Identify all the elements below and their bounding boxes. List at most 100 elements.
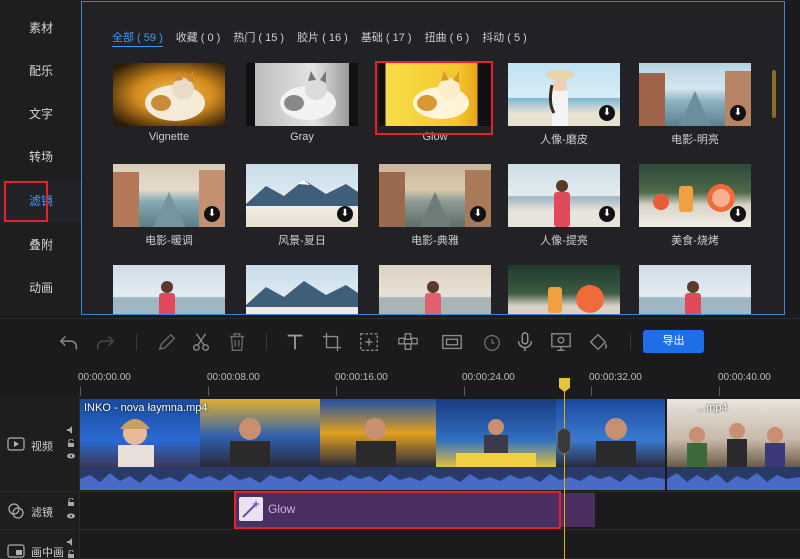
filter-thumbnail: [113, 63, 225, 126]
ruler-tick: [208, 386, 209, 396]
filter-label: 美食-烧烤: [671, 235, 719, 247]
ruler-label: 00:00:24.00: [462, 372, 515, 383]
track-header: 画中画: [0, 530, 80, 559]
crop-icon[interactable]: [320, 330, 344, 354]
add-frame-icon[interactable]: [357, 330, 381, 354]
download-icon[interactable]: ⬇: [470, 206, 486, 222]
tab-film[interactable]: 胶片 ( 16 ): [297, 29, 348, 45]
download-icon[interactable]: ⬇: [337, 206, 353, 222]
volume-icon[interactable]: [67, 538, 75, 546]
lock-icon[interactable]: [67, 439, 75, 447]
filter-thumbnail: ⬇: [246, 164, 358, 227]
tab-popular[interactable]: 热门 ( 15 ): [233, 29, 284, 45]
filter-label: 电影-暖调: [145, 235, 193, 247]
pencil-icon[interactable]: [155, 330, 179, 354]
filter-label: Vignette: [148, 131, 190, 143]
video-clip[interactable]: ...mp4: [667, 399, 800, 490]
filter-clip-glow[interactable]: Glow: [236, 493, 595, 527]
pip-track-icon: [7, 544, 25, 558]
text-icon[interactable]: [283, 330, 307, 354]
eye-icon[interactable]: [67, 452, 75, 460]
screen-record-icon[interactable]: [549, 330, 573, 354]
sidebar-item-overlay[interactable]: 叠附: [0, 224, 82, 267]
mosaic-icon[interactable]: [396, 330, 420, 354]
download-icon[interactable]: ⬇: [204, 206, 220, 222]
track-header: 滤镜: [0, 492, 80, 529]
split-handle[interactable]: [557, 428, 571, 454]
tab-favorites[interactable]: 收藏 ( 0 ): [176, 29, 221, 45]
ruler-label: 00:00:40.00: [718, 372, 771, 383]
paint-bucket-icon[interactable]: [586, 330, 610, 354]
filter-thumbnail: ⬇: [508, 164, 620, 227]
filter-label: Gray: [290, 131, 314, 143]
ruler-label: 00:00:32.00: [589, 372, 642, 383]
track-name: 视频: [31, 441, 53, 453]
filter-tabs: 全部 ( 59 ) 收藏 ( 0 ) 热门 ( 15 ) 胶片 ( 16 ) 基础 ( …: [112, 29, 540, 47]
ruler-label: 00:00:08.00: [207, 372, 260, 383]
filter-thumbnail: [379, 63, 491, 126]
export-button[interactable]: 导出: [643, 330, 704, 353]
filter-thumbnail: ⬇: [113, 164, 225, 227]
track-header: 视频: [0, 396, 80, 491]
video-frame: [556, 399, 665, 467]
download-icon[interactable]: ⬇: [599, 105, 615, 121]
filter-thumbnail: [639, 265, 751, 314]
volume-icon[interactable]: [67, 426, 75, 434]
sidebar-item-media[interactable]: 素材: [0, 7, 82, 50]
download-icon[interactable]: ⬇: [599, 206, 615, 222]
filter-thumbnail: [113, 265, 225, 314]
clip-title: INKO - nova łaymna.mp4: [84, 402, 208, 414]
filter-thumbnail: [246, 63, 358, 126]
track-name: 滤镜: [31, 507, 53, 519]
ruler-label: 00:00:00.00: [78, 372, 131, 383]
eye-icon[interactable]: [67, 512, 75, 520]
sidebar-item-music[interactable]: 配乐: [0, 50, 82, 93]
lock-icon[interactable]: [67, 498, 75, 506]
download-icon[interactable]: ⬇: [730, 105, 746, 121]
download-icon[interactable]: ⬇: [730, 206, 746, 222]
filter-thumbnail: [246, 265, 358, 314]
tab-basic[interactable]: 基础 ( 17 ): [361, 29, 412, 45]
sidebar-item-transition[interactable]: 转场: [0, 136, 82, 179]
lock-icon[interactable]: [67, 550, 75, 558]
toolbar-divider: [630, 334, 631, 350]
filter-label: 风景-夏日: [278, 235, 326, 247]
track-name: 画中画: [31, 547, 64, 559]
clip-title: ...mp4: [697, 402, 728, 414]
filter-thumbnail: ⬇: [639, 63, 751, 126]
scissors-icon[interactable]: [189, 330, 213, 354]
trash-icon[interactable]: [225, 330, 249, 354]
toolbar-divider: [266, 334, 267, 350]
timeline-ruler[interactable]: 00:00:00.00 00:00:08.00 00:00:16.00 00:0…: [0, 364, 800, 396]
filter-label: 电影-明亮: [671, 134, 719, 146]
sidebar-item-filter[interactable]: 滤镜: [0, 180, 82, 223]
sidebar-item-text[interactable]: 文字: [0, 93, 82, 136]
timeline-tracks: 视频 INKO - nova łaymna.mp4 ...mp4 滤镜 Glow…: [0, 396, 800, 559]
audio-waveform: [80, 467, 665, 490]
panel-scrollbar[interactable]: [772, 70, 776, 118]
frame-icon[interactable]: [440, 330, 464, 354]
category-sidebar: 素材 配乐 文字 转场 滤镜 叠附 动画: [0, 0, 82, 315]
video-frame: [200, 399, 320, 467]
tab-shake[interactable]: 抖动 ( 5 ): [482, 29, 527, 45]
redo-icon[interactable]: [93, 330, 117, 354]
editing-toolbar: 导出: [0, 318, 800, 364]
filter-panel: 全部 ( 59 ) 收藏 ( 0 ) 热门 ( 15 ) 胶片 ( 16 ) 基础 ( …: [81, 1, 785, 315]
tab-distort[interactable]: 扭曲 ( 6 ): [425, 29, 470, 45]
undo-icon[interactable]: [57, 330, 81, 354]
playhead-line[interactable]: [564, 382, 565, 559]
video-track: 视频 INKO - nova łaymna.mp4 ...mp4: [0, 396, 800, 492]
ruler-label: 00:00:16.00: [335, 372, 388, 383]
video-track-icon: [7, 437, 25, 451]
video-clip[interactable]: INKO - nova łaymna.mp4: [80, 399, 665, 490]
filter-track-icon: [8, 503, 24, 519]
sidebar-item-animation[interactable]: 动画: [0, 267, 82, 310]
microphone-icon[interactable]: [513, 330, 537, 354]
ruler-tick: [80, 386, 81, 396]
tab-all[interactable]: 全部 ( 59 ): [112, 29, 163, 47]
ruler-tick: [719, 386, 720, 396]
filter-clip-label: Glow: [268, 502, 296, 516]
audio-waveform: [667, 467, 800, 490]
filter-thumbnail: [379, 265, 491, 314]
timer-icon[interactable]: [480, 330, 504, 354]
